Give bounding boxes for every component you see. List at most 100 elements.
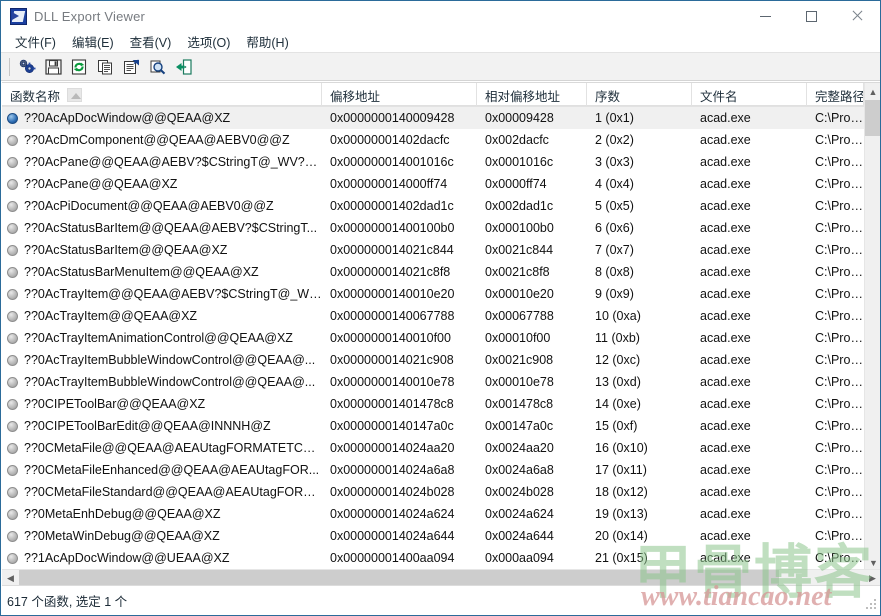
vertical-scrollbar[interactable]: ▲ ▼ bbox=[864, 83, 880, 571]
copy-button[interactable] bbox=[93, 56, 117, 78]
table-row[interactable]: ??0CIPEToolBarEdit@@QEAA@INNNH@Z 0x000000… bbox=[2, 415, 880, 437]
cell-ordinal: 5 (0x5) bbox=[595, 199, 634, 213]
table-row[interactable]: ??0CMetaFileEnhanced@@QEAA@AEAUtagFOR...… bbox=[2, 459, 880, 481]
table-row[interactable]: ??0MetaEnhDebug@@QEAA@XZ 0x000000014024a6… bbox=[2, 503, 880, 525]
function-name-text: ??0AcTrayItemAnimationControl@@QEAA@XZ bbox=[24, 331, 293, 345]
copy-icon bbox=[98, 59, 112, 74]
status-bar: 617 个函数, 选定 1 个 bbox=[2, 585, 880, 614]
vertical-scroll-thumb[interactable] bbox=[865, 100, 880, 136]
function-bullet-icon bbox=[7, 112, 18, 124]
function-name-text: ??0AcTrayItem@@QEAA@AEBV?$CStringT@_WV..… bbox=[24, 287, 322, 301]
close-button[interactable] bbox=[834, 1, 880, 31]
menu-view[interactable]: 查看(V) bbox=[122, 30, 180, 53]
menu-edit[interactable]: 编辑(E) bbox=[64, 30, 122, 53]
menu-help[interactable]: 帮助(H) bbox=[238, 30, 296, 53]
cell-ordinal: 9 (0x9) bbox=[595, 287, 634, 301]
cell-address: 0x000000014000ff74 bbox=[330, 177, 448, 191]
table-row[interactable]: ??0AcStatusBarItem@@QEAA@XZ 0x00000001402… bbox=[2, 239, 880, 261]
function-bullet-icon bbox=[7, 464, 18, 476]
table-row[interactable]: ??0AcTrayItemAnimationControl@@QEAA@XZ 0x… bbox=[2, 327, 880, 349]
horizontal-scrollbar[interactable]: ◀ ▶ bbox=[2, 569, 880, 587]
cell-address: 0x00000001402dad1c bbox=[330, 199, 454, 213]
cell-full-path: C:\Progrä bbox=[815, 463, 864, 477]
cell-relative-address: 0x0001016c bbox=[485, 155, 554, 169]
function-bullet-icon bbox=[7, 288, 18, 300]
cell-filename: acad.exe bbox=[700, 463, 751, 477]
function-name-text: ??1AcApDocWindow@@UEAA@XZ bbox=[24, 551, 230, 565]
cell-relative-address: 0x002dad1c bbox=[485, 199, 554, 213]
col-function-name[interactable]: 函数名称 bbox=[2, 83, 322, 107]
cell-full-path: C:\Progrä bbox=[815, 287, 864, 301]
properties-icon bbox=[123, 58, 139, 74]
function-bullet-icon bbox=[7, 222, 18, 234]
col-address[interactable]: 偏移地址 bbox=[322, 83, 477, 107]
table-row[interactable]: ??0CMetaFile@@QEAA@AEAUtagFORMATETC@... 0… bbox=[2, 437, 880, 459]
function-name-text: ??0AcTrayItem@@QEAA@XZ bbox=[24, 309, 198, 323]
col-relative-address[interactable]: 相对偏移地址 bbox=[477, 83, 587, 107]
cell-full-path: C:\Progrä bbox=[815, 199, 864, 213]
table-row[interactable]: ??0MetaWinDebug@@QEAA@XZ 0x000000014024a6… bbox=[2, 525, 880, 547]
cell-filename: acad.exe bbox=[700, 155, 751, 169]
select-dll-button[interactable] bbox=[15, 56, 39, 78]
maximize-button[interactable] bbox=[788, 1, 834, 31]
function-name-text: ??0AcTrayItemBubbleWindowControl@@QEAA@.… bbox=[24, 375, 316, 389]
function-bullet-icon bbox=[7, 244, 18, 256]
refresh-button[interactable] bbox=[67, 56, 91, 78]
cell-full-path: C:\Progrä bbox=[815, 265, 864, 279]
cell-address: 0x000000014024a644 bbox=[330, 529, 455, 543]
cell-relative-address: 0x00010e20 bbox=[485, 287, 554, 301]
table-row[interactable]: ??0AcPane@@QEAA@AEBV?$CStringT@_WV?$St..… bbox=[2, 151, 880, 173]
table-row[interactable]: ??0AcStatusBarMenuItem@@QEAA@XZ 0x0000000… bbox=[2, 261, 880, 283]
cell-function-name: ??0AcPiDocument@@QEAA@AEBV0@@Z bbox=[2, 195, 322, 217]
table-row[interactable]: ??1AcApDocWindow@@UEAA@XZ 0x00000001400aa… bbox=[2, 547, 880, 569]
cell-ordinal: 15 (0xf) bbox=[595, 419, 638, 433]
exit-icon bbox=[175, 58, 192, 75]
cell-ordinal: 16 (0x10) bbox=[595, 441, 648, 455]
table-row[interactable]: ??0AcApDocWindow@@QEAA@XZ 0x0000000140009… bbox=[2, 107, 880, 129]
table-row[interactable]: ??0AcTrayItemBubbleWindowControl@@QEAA@.… bbox=[2, 371, 880, 393]
table-row[interactable]: ??0AcPane@@QEAA@XZ 0x000000014000ff74 0x00… bbox=[2, 173, 880, 195]
find-button[interactable] bbox=[145, 56, 169, 78]
cell-ordinal: 19 (0x13) bbox=[595, 507, 648, 521]
cell-function-name: ??0CMetaFileStandard@@QEAA@AEAUtagFORM..… bbox=[2, 481, 322, 503]
save-button[interactable] bbox=[41, 56, 65, 78]
resize-grip-icon[interactable] bbox=[866, 599, 878, 611]
cell-filename: acad.exe bbox=[700, 507, 751, 521]
cell-relative-address: 0x00009428 bbox=[485, 111, 554, 125]
properties-button[interactable] bbox=[119, 56, 143, 78]
cell-relative-address: 0x0024a644 bbox=[485, 529, 554, 543]
cell-relative-address: 0x0021c8f8 bbox=[485, 265, 550, 279]
col-ordinal[interactable]: 序数 bbox=[587, 83, 692, 107]
table-row[interactable]: ??0AcTrayItem@@QEAA@AEBV?$CStringT@_WV..… bbox=[2, 283, 880, 305]
table-row[interactable]: ??0AcDmComponent@@QEAA@AEBV0@@Z 0x0000000… bbox=[2, 129, 880, 151]
col-full-path[interactable]: 完整路径 bbox=[807, 83, 864, 107]
minimize-button[interactable] bbox=[742, 1, 788, 31]
cell-function-name: ??0AcTrayItem@@QEAA@XZ bbox=[2, 305, 322, 327]
cell-full-path: C:\Progrä bbox=[815, 309, 864, 323]
scroll-up-icon[interactable]: ▲ bbox=[865, 83, 880, 100]
table-row[interactable]: ??0AcStatusBarItem@@QEAA@AEBV?$CStringT.… bbox=[2, 217, 880, 239]
function-name-text: ??0AcPiDocument@@QEAA@AEBV0@@Z bbox=[24, 199, 274, 213]
cell-full-path: C:\Progrä bbox=[815, 353, 864, 367]
cell-function-name: ??0MetaWinDebug@@QEAA@XZ bbox=[2, 525, 322, 547]
cell-address: 0x000000014001016c bbox=[330, 155, 454, 169]
table-row[interactable]: ??0AcTrayItemBubbleWindowControl@@QEAA@.… bbox=[2, 349, 880, 371]
exit-button[interactable] bbox=[171, 56, 195, 78]
menu-options[interactable]: 选项(O) bbox=[179, 30, 238, 53]
cell-ordinal: 3 (0x3) bbox=[595, 155, 634, 169]
function-name-text: ??0AcTrayItemBubbleWindowControl@@QEAA@.… bbox=[24, 353, 316, 367]
cell-ordinal: 14 (0xe) bbox=[595, 397, 641, 411]
cell-ordinal: 21 (0x15) bbox=[595, 551, 648, 565]
col-filename[interactable]: 文件名 bbox=[692, 83, 807, 107]
title-bar: DLL Export Viewer bbox=[1, 1, 880, 31]
toolbar bbox=[1, 53, 880, 81]
table-row[interactable]: ??0CMetaFileStandard@@QEAA@AEAUtagFORM..… bbox=[2, 481, 880, 503]
table-row[interactable]: ??0CIPEToolBar@@QEAA@XZ 0x00000001401478c… bbox=[2, 393, 880, 415]
table-row[interactable]: ??0AcTrayItem@@QEAA@XZ 0x0000000140067788… bbox=[2, 305, 880, 327]
cell-address: 0x000000014021c844 bbox=[330, 243, 454, 257]
menu-file[interactable]: 文件(F) bbox=[7, 30, 64, 53]
sort-ascending-icon bbox=[67, 88, 83, 102]
cell-ordinal: 13 (0xd) bbox=[595, 375, 641, 389]
table-row[interactable]: ??0AcPiDocument@@QEAA@AEBV0@@Z 0x00000001… bbox=[2, 195, 880, 217]
cell-relative-address: 0x00010f00 bbox=[485, 331, 551, 345]
